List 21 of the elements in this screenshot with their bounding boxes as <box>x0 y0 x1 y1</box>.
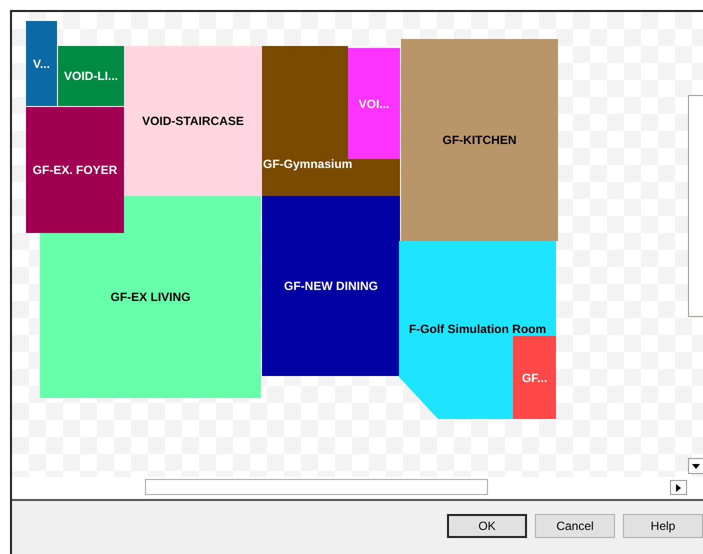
room-label: GF-KITCHEN <box>442 132 516 149</box>
room-shape[interactable]: V... <box>26 21 57 106</box>
room-label: GF-EX LIVING <box>110 289 190 306</box>
room-label: VOID-STAIRCASE <box>142 113 244 130</box>
dialog-button[interactable]: Help <box>623 514 703 538</box>
room-label: VOID-LI... <box>64 68 118 85</box>
dialog-button[interactable]: OK <box>447 514 527 538</box>
room-label: F-Golf Simulation Room <box>408 322 546 336</box>
room-label: VOI... <box>358 96 390 112</box>
room-label: GF-EX. FOYER <box>32 162 118 179</box>
room-shape[interactable]: GF-EX. FOYER <box>26 107 124 233</box>
room-shape[interactable]: GF-EX LIVING <box>40 196 261 398</box>
room-label: GF-Gymnasium <box>263 157 352 171</box>
room-shape[interactable]: GF-KITCHEN <box>401 39 558 241</box>
room-shape[interactable]: GF-NEW DINING <box>262 196 400 376</box>
room-label: GF... <box>522 370 548 386</box>
dialog-button[interactable]: Cancel <box>535 514 615 538</box>
room-shape[interactable]: VOID-LI... <box>58 46 124 106</box>
room-shape[interactable]: VOID-STAIRCASE <box>124 46 262 196</box>
room-label: GF-NEW DINING <box>284 278 378 295</box>
room-label: V... <box>33 56 50 72</box>
